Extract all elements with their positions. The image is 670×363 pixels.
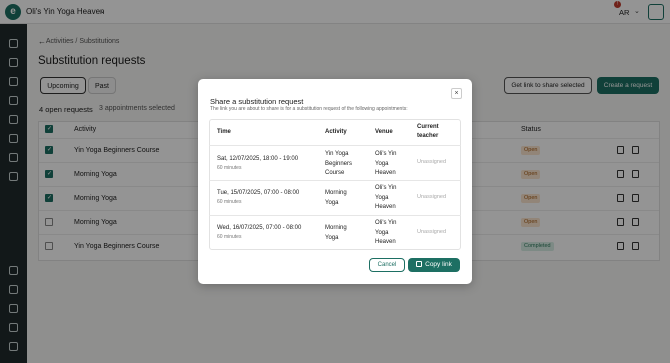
copy-icon [416, 261, 423, 267]
row-duration: 60 minutes [217, 199, 242, 205]
column-header-time: Time [217, 129, 231, 135]
row-venue: Oli's Yin Yoga Heaven [375, 151, 397, 176]
copy-link-label: Copy link [425, 261, 452, 268]
row-teacher: Unassigned [417, 194, 447, 200]
cancel-button[interactable]: Cancel [369, 258, 405, 272]
column-header-activity: Activity [325, 129, 347, 135]
column-header-venue: Venue [375, 129, 393, 135]
row-duration: 60 minutes [217, 234, 242, 240]
copy-link-button[interactable]: Copy link [408, 258, 460, 272]
row-teacher: Unassigned [417, 159, 447, 165]
row-venue: Oli's Yin Yoga Heaven [375, 220, 397, 245]
row-activity: Morning Yoga [325, 225, 347, 241]
row-time: Tue, 15/07/2025, 07:00 - 08:00 [217, 190, 300, 196]
row-activity: Morning Yoga [325, 190, 347, 206]
row-venue: Oli's Yin Yoga Heaven [375, 185, 397, 210]
row-activity: Yin Yoga Beginners Course [325, 151, 353, 176]
modal-subtitle: The link you are about to share is for a… [210, 106, 408, 112]
share-request-modal: Share a substitution request The link yo… [198, 79, 472, 284]
row-teacher: Unassigned [417, 229, 447, 235]
close-icon[interactable]: × [451, 88, 462, 99]
row-duration: 60 minutes [217, 165, 242, 171]
column-header-teacher: teacher [417, 133, 439, 139]
row-time: Sat, 12/07/2025, 18:00 - 19:00 [217, 156, 299, 162]
row-time: Wed, 16/07/2025, 07:00 - 08:00 [217, 225, 302, 231]
column-header-teacher: Current [417, 124, 439, 130]
modal-title: Share a substitution request [210, 97, 304, 106]
